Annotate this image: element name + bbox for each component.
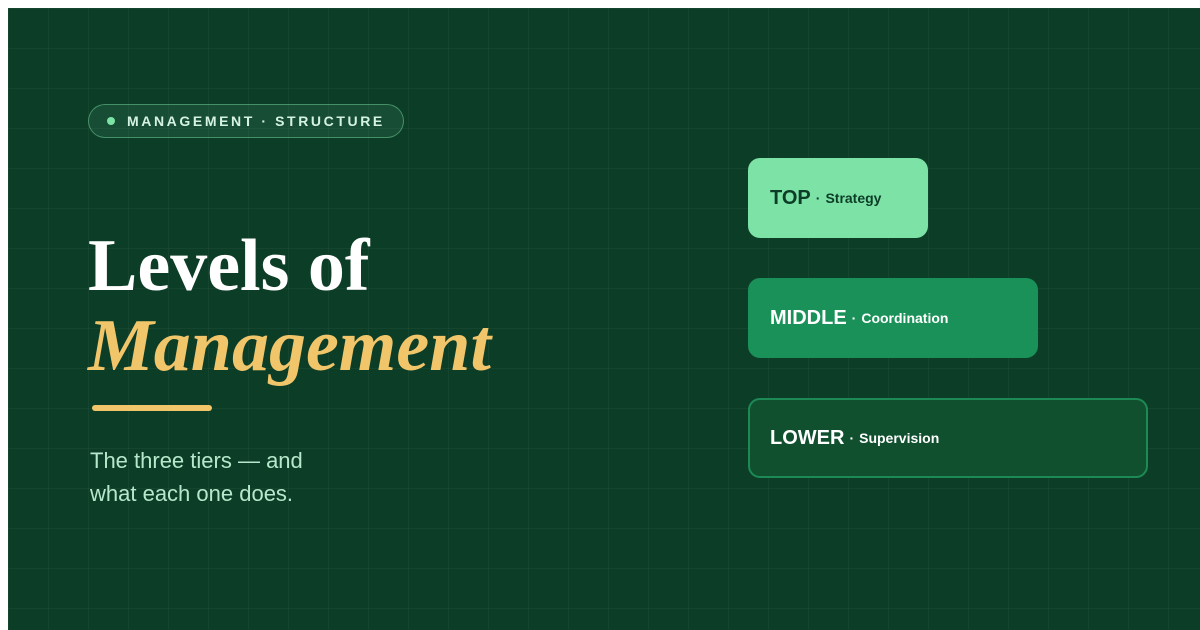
category-badge: MANAGEMENT · STRUCTURE	[88, 104, 404, 138]
page-title: Levels of Management	[88, 226, 491, 386]
category-badge-label: MANAGEMENT · STRUCTURE	[127, 113, 385, 129]
hero-card: MANAGEMENT · STRUCTURE Levels of Managem…	[8, 8, 1200, 630]
subtitle-line-1: The three tiers — and	[90, 448, 303, 473]
tier-description: Supervision	[859, 430, 940, 446]
title-line-1: Levels of	[88, 225, 370, 307]
tier-description: Strategy	[825, 190, 882, 206]
tier-name: TOP	[770, 186, 811, 209]
title-line-2: Management	[88, 305, 491, 387]
subtitle: The three tiers — and what each one does…	[90, 444, 390, 510]
tier-lower: LOWER · Supervision	[748, 398, 1148, 478]
tier-separator: ·	[815, 190, 821, 206]
tier-separator: ·	[851, 310, 857, 326]
tier-separator: ·	[849, 430, 855, 446]
dot-icon	[107, 117, 115, 125]
tier-top: TOP · Strategy	[748, 158, 928, 238]
tier-name: LOWER	[770, 426, 845, 449]
accent-divider	[92, 405, 212, 411]
tier-name: MIDDLE	[770, 306, 847, 329]
subtitle-line-2: what each one does.	[90, 481, 294, 506]
tier-middle: MIDDLE · Coordination	[748, 278, 1038, 358]
tier-description: Coordination	[861, 310, 949, 326]
